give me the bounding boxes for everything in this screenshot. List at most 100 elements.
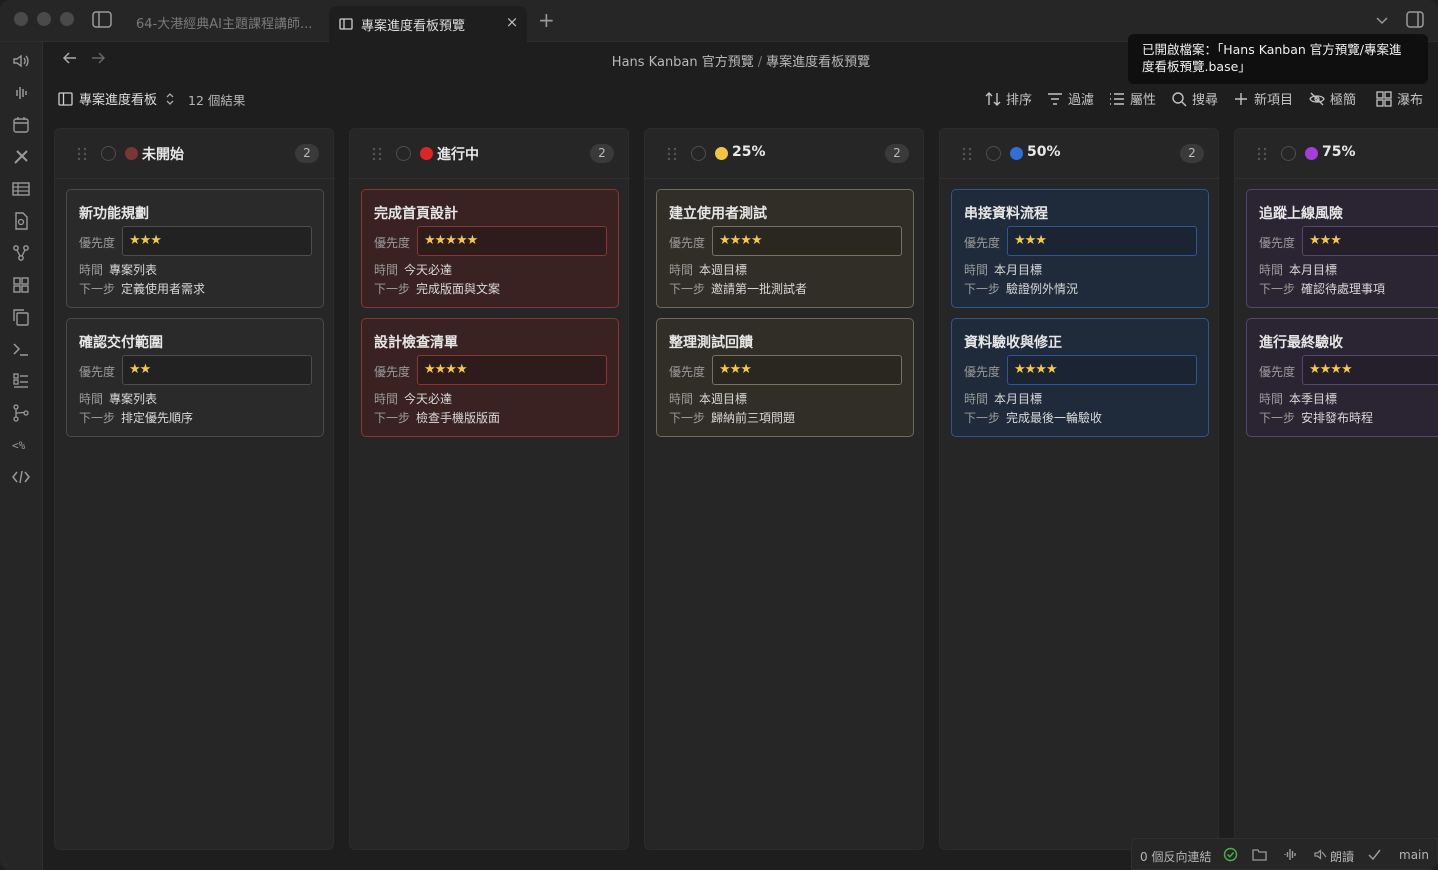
next-step-label: 下一步 — [79, 282, 116, 296]
kanban-card[interactable]: 追蹤上線風險 優先度 ★★★ 時間 本月目標 下一步 確認待處理事項 — [1246, 189, 1438, 308]
sort-button[interactable]: 排序 — [985, 89, 1032, 108]
time-value: 本月目標 — [994, 392, 1043, 406]
backlinks-count[interactable]: 0 個反向連結 — [1140, 848, 1211, 865]
priority-stars[interactable]: ★★★★★ — [417, 226, 607, 256]
priority-stars[interactable]: ★★★ — [712, 355, 902, 385]
list-icon[interactable] — [12, 372, 30, 390]
tab-inactive[interactable]: 64-大港經典AI主題課程講師... — [126, 6, 326, 39]
kanban-card[interactable]: 設計檢查清單 優先度 ★★★★ 時間 今天必達 下一步 檢查手機版版面 — [361, 318, 619, 437]
priority-label: 優先度 — [964, 365, 1001, 379]
next-step-value: 檢查手機版版面 — [416, 411, 501, 425]
git-branch-icon[interactable] — [12, 404, 30, 422]
card-title: 串接資料流程 — [964, 206, 1048, 222]
kanban-card[interactable]: 建立使用者測試 優先度 ★★★★ 時間 本週目標 下一步 邀請第一批測試者 — [656, 189, 914, 308]
priority-label: 優先度 — [79, 236, 116, 250]
priority-stars[interactable]: ★★★★ — [1007, 355, 1197, 385]
next-step-label: 下一步 — [79, 411, 116, 425]
properties-button[interactable]: 屬性 — [1109, 89, 1156, 108]
kanban-card[interactable]: 資料驗收與修正 優先度 ★★★★ 時間 本月目標 下一步 完成最後一輪驗收 — [951, 318, 1209, 437]
speaker-muted-icon[interactable] — [1313, 847, 1328, 862]
time-value: 專案列表 — [109, 392, 158, 406]
kanban-card[interactable]: 新功能規劃 優先度 ★★★ 時間 專案列表 下一步 定義使用者需求 — [66, 189, 324, 308]
waterfall-button[interactable]: 瀑布 — [1376, 89, 1423, 108]
graph-icon[interactable] — [12, 244, 30, 262]
time-label: 時間 — [1259, 263, 1284, 277]
card-title: 建立使用者測試 — [669, 206, 767, 222]
column-checkbox[interactable] — [986, 146, 1001, 161]
next-step-value: 驗證例外情況 — [1006, 282, 1079, 296]
column-checkbox[interactable] — [101, 146, 116, 161]
check-circle-icon[interactable] — [1223, 847, 1238, 862]
minimize-window-button[interactable] — [37, 12, 51, 26]
git-branch-label[interactable]: main — [1399, 848, 1429, 862]
speaker-icon[interactable] — [12, 52, 30, 70]
drag-handle-icon[interactable] — [1257, 147, 1267, 161]
time-label: 時間 — [964, 392, 989, 406]
priority-stars[interactable]: ★★★ — [1007, 226, 1197, 256]
column-checkbox[interactable] — [691, 146, 706, 161]
kanban-card[interactable]: 串接資料流程 優先度 ★★★ 時間 本月目標 下一步 驗證例外情況 — [951, 189, 1209, 308]
right-sidebar-toggle-icon[interactable] — [1406, 11, 1424, 28]
tab-active[interactable]: 專案進度看板預覽 × — [329, 6, 527, 42]
audio-wave-icon[interactable] — [1283, 847, 1298, 862]
view-selector[interactable]: 專案進度看板 — [58, 89, 175, 108]
filter-button[interactable]: 過濾 — [1047, 89, 1094, 108]
app-window: 64-大港經典AI主題課程講師... 專案進度看板預覽 × + <% Hans … — [0, 0, 1438, 870]
drag-handle-icon[interactable] — [962, 147, 972, 161]
tools-icon[interactable] — [12, 148, 30, 166]
time-label: 時間 — [669, 263, 694, 277]
drag-handle-icon[interactable] — [372, 147, 382, 161]
next-step-value: 歸納前三項問題 — [711, 411, 796, 425]
folder-check-icon[interactable] — [1252, 847, 1267, 862]
card-title: 進行最終驗收 — [1259, 335, 1343, 351]
new-item-button[interactable]: 新項目 — [1233, 89, 1293, 108]
breadcrumb-parent[interactable]: Hans Kanban 官方預覽 — [612, 55, 754, 70]
drag-handle-icon[interactable] — [77, 147, 87, 161]
drag-handle-icon[interactable] — [667, 147, 677, 161]
priority-stars[interactable]: ★★ — [122, 355, 312, 385]
kanban-card[interactable]: 整理測試回饋 優先度 ★★★ 時間 本週目標 下一步 歸納前三項問題 — [656, 318, 914, 437]
column-header: 50% 2 — [940, 129, 1220, 179]
calendar-icon[interactable] — [12, 116, 30, 134]
column-header: 75% — [1235, 129, 1438, 179]
left-ribbon: <% — [0, 42, 43, 870]
search-button[interactable]: 搜尋 — [1171, 89, 1218, 108]
chevron-down-icon[interactable] — [1374, 12, 1390, 28]
checkmark-icon[interactable] — [1367, 847, 1382, 862]
sidebar-toggle-icon[interactable] — [92, 11, 112, 28]
zoom-window-button[interactable] — [60, 12, 74, 26]
priority-stars[interactable]: ★★★★ — [712, 226, 902, 256]
file-search-icon[interactable] — [12, 212, 30, 230]
time-label: 時間 — [964, 263, 989, 277]
terminal-icon[interactable] — [12, 340, 30, 358]
audio-wave-icon[interactable] — [12, 84, 30, 102]
priority-label: 優先度 — [374, 365, 411, 379]
grid-icon[interactable] — [12, 276, 30, 294]
column-count: 2 — [1180, 144, 1204, 163]
code-icon[interactable] — [12, 468, 30, 486]
breadcrumb-current[interactable]: 專案進度看板預覽 — [766, 55, 870, 70]
minimal-button[interactable]: 極簡 — [1309, 89, 1356, 108]
close-tab-icon[interactable]: × — [505, 15, 519, 30]
priority-stars[interactable]: ★★★ — [1302, 226, 1438, 256]
next-step-value: 安排發布時程 — [1301, 411, 1374, 425]
column-checkbox[interactable] — [1281, 146, 1296, 161]
percent-code-icon[interactable]: <% — [12, 436, 30, 454]
time-value: 今天必達 — [404, 263, 453, 277]
table-icon[interactable] — [12, 180, 30, 198]
new-tab-icon[interactable]: + — [538, 10, 555, 30]
time-value: 本週目標 — [699, 392, 748, 406]
read-aloud-label[interactable]: 朗讀 — [1330, 848, 1354, 865]
close-window-button[interactable] — [14, 12, 28, 26]
priority-stars[interactable]: ★★★ — [122, 226, 312, 256]
kanban-card[interactable]: 進行最終驗收 優先度 ★★★★ 時間 本季目標 下一步 安排發布時程 — [1246, 318, 1438, 437]
kanban-card[interactable]: 完成首頁設計 優先度 ★★★★★ 時間 今天必達 下一步 完成版面與文案 — [361, 189, 619, 308]
column-title: 未開始 — [142, 147, 184, 163]
copy-icon[interactable] — [12, 308, 30, 326]
priority-stars[interactable]: ★★★★ — [417, 355, 607, 385]
column-checkbox[interactable] — [396, 146, 411, 161]
priority-stars[interactable]: ★★★★ — [1302, 355, 1438, 385]
kanban-card[interactable]: 確認交付範圍 優先度 ★★ 時間 專案列表 下一步 排定優先順序 — [66, 318, 324, 437]
column-count: 2 — [590, 144, 614, 163]
next-step-label: 下一步 — [374, 282, 411, 296]
